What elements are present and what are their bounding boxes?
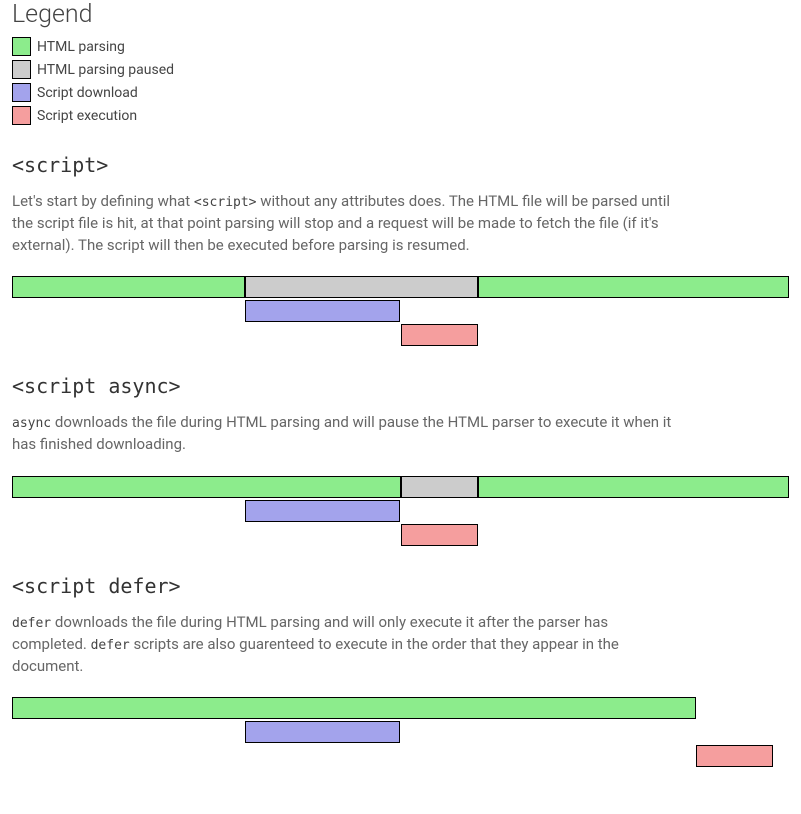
track-download bbox=[12, 300, 789, 322]
track-parse bbox=[12, 276, 789, 298]
seg-html-parsing bbox=[12, 276, 245, 298]
legend-label: Script execution bbox=[37, 108, 137, 124]
seg-script-execution bbox=[696, 745, 774, 767]
desc-script-defer: defer downloads the file during HTML par… bbox=[12, 612, 672, 677]
inline-code: async bbox=[12, 416, 51, 431]
seg-html-parsing-paused bbox=[401, 476, 479, 498]
legend-label: Script download bbox=[37, 85, 138, 101]
seg-script-download bbox=[245, 500, 400, 522]
seg-script-execution bbox=[401, 524, 479, 546]
track-download bbox=[12, 721, 789, 743]
heading-script-async: <script async> bbox=[12, 374, 789, 398]
track-execute bbox=[12, 524, 789, 546]
legend-label: HTML parsing bbox=[37, 39, 125, 55]
legend-item: Script download bbox=[12, 83, 789, 102]
desc-script: Let's start by defining what <script> wi… bbox=[12, 191, 672, 256]
inline-code: defer bbox=[91, 638, 130, 653]
desc-text: downloads the file during HTML parsing a… bbox=[12, 413, 671, 453]
seg-html-parsing-paused bbox=[245, 276, 478, 298]
heading-script-defer: <script defer> bbox=[12, 574, 789, 598]
track-parse bbox=[12, 476, 789, 498]
seg-html-parsing bbox=[12, 476, 401, 498]
track-execute bbox=[12, 324, 789, 346]
desc-text: Let's start by defining what bbox=[12, 192, 194, 210]
heading-script: <script> bbox=[12, 153, 789, 177]
swatch-script-execution bbox=[12, 106, 31, 125]
seg-script-execution bbox=[401, 324, 479, 346]
swatch-html-parsing-paused bbox=[12, 60, 31, 79]
inline-code: defer bbox=[12, 616, 51, 631]
timeline-script-defer bbox=[12, 697, 789, 767]
legend-label: HTML parsing paused bbox=[37, 62, 174, 78]
legend-item: HTML parsing paused bbox=[12, 60, 789, 79]
legend-item: Script execution bbox=[12, 106, 789, 125]
seg-html-parsing bbox=[12, 697, 696, 719]
inline-code: <script> bbox=[194, 195, 257, 210]
track-execute bbox=[12, 745, 789, 767]
timeline-script bbox=[12, 276, 789, 346]
legend-item: HTML parsing bbox=[12, 37, 789, 56]
seg-script-download bbox=[245, 300, 400, 322]
swatch-html-parsing bbox=[12, 37, 31, 56]
page-container: Legend HTML parsing HTML parsing paused … bbox=[0, 0, 801, 797]
legend-list: HTML parsing HTML parsing paused Script … bbox=[12, 37, 789, 125]
seg-script-download bbox=[245, 721, 400, 743]
desc-script-async: async downloads the file during HTML par… bbox=[12, 412, 672, 456]
legend-title: Legend bbox=[12, 0, 789, 29]
swatch-script-download bbox=[12, 83, 31, 102]
timeline-script-async bbox=[12, 476, 789, 546]
track-parse bbox=[12, 697, 789, 719]
track-download bbox=[12, 500, 789, 522]
seg-html-parsing bbox=[478, 476, 789, 498]
seg-html-parsing bbox=[478, 276, 789, 298]
